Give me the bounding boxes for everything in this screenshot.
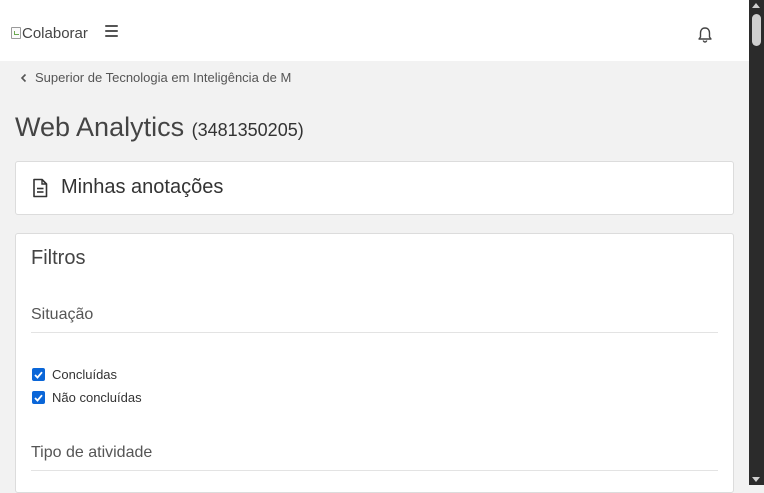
activity-type-section-title: Tipo de atividade (31, 444, 718, 471)
checkbox-completed[interactable]: Concluídas (32, 367, 117, 382)
bell-icon[interactable] (697, 26, 713, 44)
filters-card: Filtros Situação Concluídas Não concluíd… (15, 233, 734, 493)
course-code: (3481350205) (191, 120, 304, 140)
checkbox-not-completed[interactable]: Não concluídas (32, 390, 142, 405)
my-notes-label: Minhas anotações (61, 176, 224, 198)
breadcrumb-back-link[interactable]: Superior de Tecnologia em Inteligência d… (19, 70, 291, 85)
scroll-down-arrow-icon[interactable] (752, 477, 760, 482)
situation-section-title: Situação (31, 306, 718, 333)
my-notes-card[interactable]: Minhas anotações (15, 161, 734, 215)
checkbox-checked-icon[interactable] (32, 368, 45, 381)
scrollbar-thumb[interactable] (752, 14, 761, 46)
logo[interactable]: Colaborar (11, 23, 88, 43)
scroll-up-arrow-icon[interactable] (752, 3, 760, 8)
course-title: Web Analytics (15, 112, 185, 142)
checkbox-not-completed-label: Não concluídas (52, 390, 142, 405)
vertical-scrollbar[interactable] (749, 0, 764, 485)
top-navbar: Colaborar (0, 0, 749, 61)
document-icon (33, 178, 48, 198)
filters-title: Filtros (31, 247, 86, 269)
chevron-left-icon (20, 73, 27, 82)
breadcrumb-label: Superior de Tecnologia em Inteligência d… (35, 70, 292, 85)
checkbox-checked-icon[interactable] (32, 391, 45, 404)
checkbox-completed-label: Concluídas (52, 367, 118, 382)
hamburger-menu-icon[interactable] (105, 25, 119, 37)
page-title: Web Analytics (3481350205) (15, 112, 304, 143)
logo-alt-text: Colaborar (22, 24, 88, 42)
broken-image-icon (11, 27, 21, 39)
